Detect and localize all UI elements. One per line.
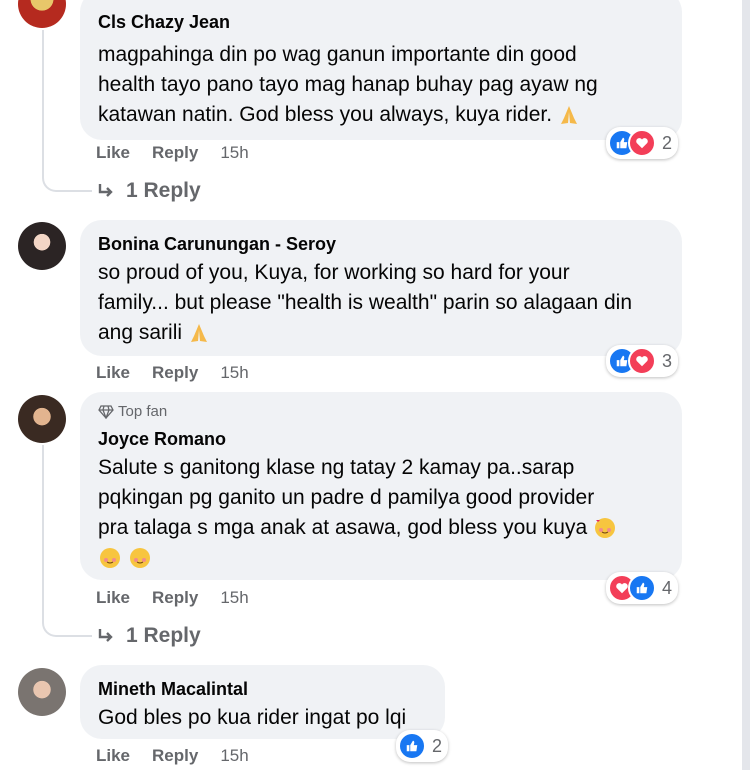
thread-line (42, 30, 44, 165)
comment-author[interactable]: Mineth Macalintal (98, 679, 248, 700)
comment-timestamp[interactable]: 15h (220, 363, 248, 383)
comment-text: so proud of you, Kuya, for working so ha… (98, 261, 633, 344)
top-fan-badge: Top fan (98, 403, 167, 420)
like-button[interactable]: Like (96, 363, 130, 383)
like-icon (398, 732, 426, 760)
reply-button[interactable]: Reply (152, 746, 198, 766)
reactions-summary[interactable]: 4 (606, 572, 679, 604)
like-icon (628, 574, 656, 602)
top-fan-diamond-icon (98, 404, 114, 419)
reactions-summary[interactable]: 3 (606, 345, 679, 377)
reaction-count: 3 (662, 350, 673, 371)
comment-actions: Like Reply 15h (96, 143, 249, 163)
heart-face-emoji-icon (594, 518, 615, 539)
reaction-count: 2 (432, 735, 443, 756)
avatar[interactable] (18, 395, 66, 443)
thread-connector (42, 605, 92, 637)
reply-arrow-icon (98, 629, 113, 642)
comment-text: magpahinga din po wag ganun importante d… (98, 43, 598, 126)
comment-bubble: Top fan Joyce Romano Salute s ganitong k… (80, 392, 682, 580)
comment-actions: Like Reply 15h (96, 363, 249, 383)
like-button[interactable]: Like (96, 746, 130, 766)
reply-arrow-icon (98, 184, 113, 197)
thread-connector (42, 160, 92, 192)
comment-text: Salute s ganitong klase ng tatay 2 kamay… (98, 453, 617, 573)
like-button[interactable]: Like (96, 143, 130, 163)
pray-emoji-icon (560, 106, 577, 125)
reply-button[interactable]: Reply (152, 363, 198, 383)
comment-author[interactable]: Cls Chazy Jean (98, 12, 230, 33)
comment-author[interactable]: Joyce Romano (98, 429, 226, 450)
emoji-row (98, 543, 617, 573)
thread-line (42, 445, 44, 610)
right-scroll-edge (742, 0, 750, 770)
view-replies-link[interactable]: 1 Reply (96, 624, 201, 648)
reactions-summary[interactable]: 2 (396, 730, 449, 762)
heart-face-emoji-icon (100, 548, 120, 569)
reaction-count: 4 (662, 577, 673, 598)
comment-timestamp[interactable]: 15h (220, 588, 248, 608)
comment-author[interactable]: Bonina Carunungan - Seroy (98, 234, 336, 255)
avatar[interactable] (18, 222, 66, 270)
reactions-summary[interactable]: 2 (606, 127, 679, 159)
comment-bubble: Cls Chazy Jean magpahinga din po wag gan… (80, 0, 682, 140)
view-replies-link[interactable]: 1 Reply (96, 179, 201, 203)
reply-button[interactable]: Reply (152, 588, 198, 608)
avatar[interactable] (18, 0, 66, 28)
avatar[interactable] (18, 668, 66, 716)
comment-text: God bles po kua rider ingat po lqi (98, 706, 407, 729)
comment-timestamp[interactable]: 15h (220, 143, 248, 163)
comment-actions: Like Reply 15h (96, 746, 249, 766)
comment-bubble: Bonina Carunungan - Seroy so proud of yo… (80, 220, 682, 356)
love-icon (628, 347, 656, 375)
comment-actions: Like Reply 15h (96, 588, 249, 608)
love-icon (628, 129, 656, 157)
comment-bubble: Mineth Macalintal God bles po kua rider … (80, 665, 445, 739)
like-button[interactable]: Like (96, 588, 130, 608)
reaction-count: 2 (662, 132, 673, 153)
reply-button[interactable]: Reply (152, 143, 198, 163)
comment-timestamp[interactable]: 15h (220, 746, 248, 766)
pray-emoji-icon (190, 324, 207, 343)
heart-face-emoji-icon (129, 548, 150, 569)
